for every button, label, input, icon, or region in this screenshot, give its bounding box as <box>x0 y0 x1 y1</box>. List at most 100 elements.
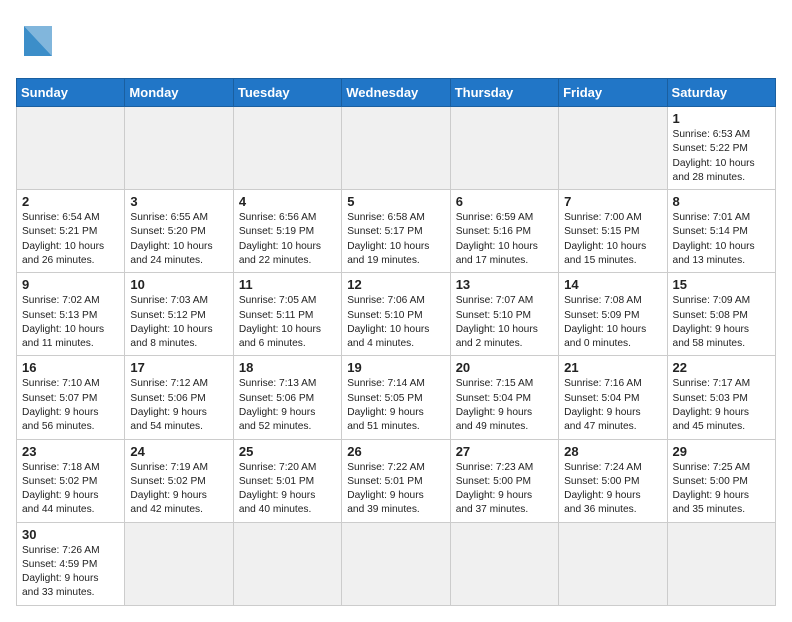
weekday-thursday: Thursday <box>450 79 558 107</box>
calendar-cell: 12 Sunrise: 7:06 AM Sunset: 5:10 PM Dayli… <box>342 273 450 356</box>
calendar-cell: 8Sunrise: 7:01 AM Sunset: 5:14 PM Daylig… <box>667 190 775 273</box>
sun-info: Sunrise: 7:17 AM Sunset: 5:03 PM Dayligh… <box>673 377 770 434</box>
sun-info: Sunrise: 6:55 AM Sunset: 5:20 PM Dayligh… <box>130 211 227 268</box>
calendar-cell <box>233 522 341 605</box>
day-number: 11 <box>239 277 336 292</box>
sun-info: Sunrise: 6:59 AM Sunset: 5:16 PM Dayligh… <box>456 211 553 268</box>
calendar-cell: 7 Sunrise: 7:00 AM Sunset: 5:15 PM Daylig… <box>559 190 667 273</box>
sun-info: Sunrise: 7:14 AM Sunset: 5:05 PM Dayligh… <box>347 377 444 434</box>
calendar-cell: 15 Sunrise: 7:09 AM Sunset: 5:08 PM Dayli… <box>667 273 775 356</box>
sun-info: Sunrise: 7:20 AM Sunset: 5:01 PM Dayligh… <box>239 461 336 518</box>
sun-info: Sunrise: 7:18 AM Sunset: 5:02 PM Dayligh… <box>22 461 119 518</box>
calendar-cell: 11 Sunrise: 7:05 AM Sunset: 5:11 PM Dayli… <box>233 273 341 356</box>
day-number: 9 <box>22 277 119 292</box>
calendar-cell: 6 Sunrise: 6:59 AM Sunset: 5:16 PM Daylig… <box>450 190 558 273</box>
sun-info: Sunrise: 7:25 AM Sunset: 5:00 PM Dayligh… <box>673 461 770 518</box>
day-number: 6 <box>456 194 553 209</box>
calendar-cell: 4Sunrise: 6:56 AM Sunset: 5:19 PM Daylig… <box>233 190 341 273</box>
weekday-tuesday: Tuesday <box>233 79 341 107</box>
weekday-header-row: SundayMondayTuesdayWednesdayThursdayFrid… <box>17 79 776 107</box>
calendar-cell: 16 Sunrise: 7:10 AM Sunset: 5:07 PM Dayli… <box>17 356 125 439</box>
sun-info: Sunrise: 6:58 AM Sunset: 5:17 PM Dayligh… <box>347 211 444 268</box>
day-number: 3 <box>130 194 227 209</box>
calendar-body: 1Sunrise: 6:53 AM Sunset: 5:22 PM Daylig… <box>17 107 776 606</box>
day-number: 26 <box>347 444 444 459</box>
weekday-monday: Monday <box>125 79 233 107</box>
calendar-cell: 17 Sunrise: 7:12 AM Sunset: 5:06 PM Dayli… <box>125 356 233 439</box>
sun-info: Sunrise: 7:22 AM Sunset: 5:01 PM Dayligh… <box>347 461 444 518</box>
calendar-cell: 28 Sunrise: 7:24 AM Sunset: 5:00 PM Dayli… <box>559 439 667 522</box>
sun-info: Sunrise: 7:02 AM Sunset: 5:13 PM Dayligh… <box>22 294 119 351</box>
calendar-cell <box>125 107 233 190</box>
logo <box>16 16 78 66</box>
day-number: 25 <box>239 444 336 459</box>
calendar-cell <box>450 522 558 605</box>
day-number: 10 <box>130 277 227 292</box>
calendar-cell <box>233 107 341 190</box>
sun-info: Sunrise: 7:00 AM Sunset: 5:15 PM Dayligh… <box>564 211 661 268</box>
calendar-cell <box>125 522 233 605</box>
calendar-week-row: 23Sunrise: 7:18 AM Sunset: 5:02 PM Dayli… <box>17 439 776 522</box>
sun-info: Sunrise: 7:03 AM Sunset: 5:12 PM Dayligh… <box>130 294 227 351</box>
day-number: 17 <box>130 360 227 375</box>
sun-info: Sunrise: 7:06 AM Sunset: 5:10 PM Dayligh… <box>347 294 444 351</box>
calendar-cell <box>342 107 450 190</box>
day-number: 4 <box>239 194 336 209</box>
calendar-cell: 9 Sunrise: 7:02 AM Sunset: 5:13 PM Daylig… <box>17 273 125 356</box>
day-number: 22 <box>673 360 770 375</box>
day-number: 30 <box>22 527 119 542</box>
day-number: 20 <box>456 360 553 375</box>
sun-info: Sunrise: 7:07 AM Sunset: 5:10 PM Dayligh… <box>456 294 553 351</box>
calendar-cell: 10 Sunrise: 7:03 AM Sunset: 5:12 PM Dayli… <box>125 273 233 356</box>
sun-info: Sunrise: 7:01 AM Sunset: 5:14 PM Dayligh… <box>673 211 770 268</box>
day-number: 7 <box>564 194 661 209</box>
calendar-cell: 2Sunrise: 6:54 AM Sunset: 5:21 PM Daylig… <box>17 190 125 273</box>
calendar-week-row: 2Sunrise: 6:54 AM Sunset: 5:21 PM Daylig… <box>17 190 776 273</box>
calendar-cell: 18Sunrise: 7:13 AM Sunset: 5:06 PM Dayli… <box>233 356 341 439</box>
calendar-cell <box>667 522 775 605</box>
sun-info: Sunrise: 7:12 AM Sunset: 5:06 PM Dayligh… <box>130 377 227 434</box>
sun-info: Sunrise: 7:13 AM Sunset: 5:06 PM Dayligh… <box>239 377 336 434</box>
calendar-cell: 26 Sunrise: 7:22 AM Sunset: 5:01 PM Dayli… <box>342 439 450 522</box>
sun-info: Sunrise: 7:08 AM Sunset: 5:09 PM Dayligh… <box>564 294 661 351</box>
calendar-cell: 19 Sunrise: 7:14 AM Sunset: 5:05 PM Dayli… <box>342 356 450 439</box>
calendar-cell: 30Sunrise: 7:26 AM Sunset: 4:59 PM Dayli… <box>17 522 125 605</box>
sun-info: Sunrise: 7:09 AM Sunset: 5:08 PM Dayligh… <box>673 294 770 351</box>
day-number: 16 <box>22 360 119 375</box>
calendar-cell: 13Sunrise: 7:07 AM Sunset: 5:10 PM Dayli… <box>450 273 558 356</box>
weekday-saturday: Saturday <box>667 79 775 107</box>
page-header <box>16 16 776 66</box>
calendar-cell <box>17 107 125 190</box>
sun-info: Sunrise: 7:05 AM Sunset: 5:11 PM Dayligh… <box>239 294 336 351</box>
calendar-cell: 21 Sunrise: 7:16 AM Sunset: 5:04 PM Dayli… <box>559 356 667 439</box>
day-number: 19 <box>347 360 444 375</box>
day-number: 21 <box>564 360 661 375</box>
day-number: 1 <box>673 111 770 126</box>
sun-info: Sunrise: 7:16 AM Sunset: 5:04 PM Dayligh… <box>564 377 661 434</box>
day-number: 15 <box>673 277 770 292</box>
calendar-week-row: 16 Sunrise: 7:10 AM Sunset: 5:07 PM Dayli… <box>17 356 776 439</box>
weekday-friday: Friday <box>559 79 667 107</box>
day-number: 2 <box>22 194 119 209</box>
sun-info: Sunrise: 7:24 AM Sunset: 5:00 PM Dayligh… <box>564 461 661 518</box>
calendar-cell: 25 Sunrise: 7:20 AM Sunset: 5:01 PM Dayli… <box>233 439 341 522</box>
calendar-week-row: 30Sunrise: 7:26 AM Sunset: 4:59 PM Dayli… <box>17 522 776 605</box>
day-number: 12 <box>347 277 444 292</box>
sun-info: Sunrise: 7:15 AM Sunset: 5:04 PM Dayligh… <box>456 377 553 434</box>
day-number: 27 <box>456 444 553 459</box>
calendar-cell: 1Sunrise: 6:53 AM Sunset: 5:22 PM Daylig… <box>667 107 775 190</box>
calendar-week-row: 9 Sunrise: 7:02 AM Sunset: 5:13 PM Daylig… <box>17 273 776 356</box>
calendar-cell: 22 Sunrise: 7:17 AM Sunset: 5:03 PM Dayli… <box>667 356 775 439</box>
sun-info: Sunrise: 7:10 AM Sunset: 5:07 PM Dayligh… <box>22 377 119 434</box>
calendar-cell: 29 Sunrise: 7:25 AM Sunset: 5:00 PM Dayli… <box>667 439 775 522</box>
calendar-cell <box>559 522 667 605</box>
day-number: 28 <box>564 444 661 459</box>
calendar-week-row: 1Sunrise: 6:53 AM Sunset: 5:22 PM Daylig… <box>17 107 776 190</box>
calendar-cell: 3 Sunrise: 6:55 AM Sunset: 5:20 PM Daylig… <box>125 190 233 273</box>
calendar-cell: 5 Sunrise: 6:58 AM Sunset: 5:17 PM Daylig… <box>342 190 450 273</box>
weekday-sunday: Sunday <box>17 79 125 107</box>
calendar-table: SundayMondayTuesdayWednesdayThursdayFrid… <box>16 78 776 606</box>
day-number: 29 <box>673 444 770 459</box>
calendar-cell: 14Sunrise: 7:08 AM Sunset: 5:09 PM Dayli… <box>559 273 667 356</box>
day-number: 5 <box>347 194 444 209</box>
